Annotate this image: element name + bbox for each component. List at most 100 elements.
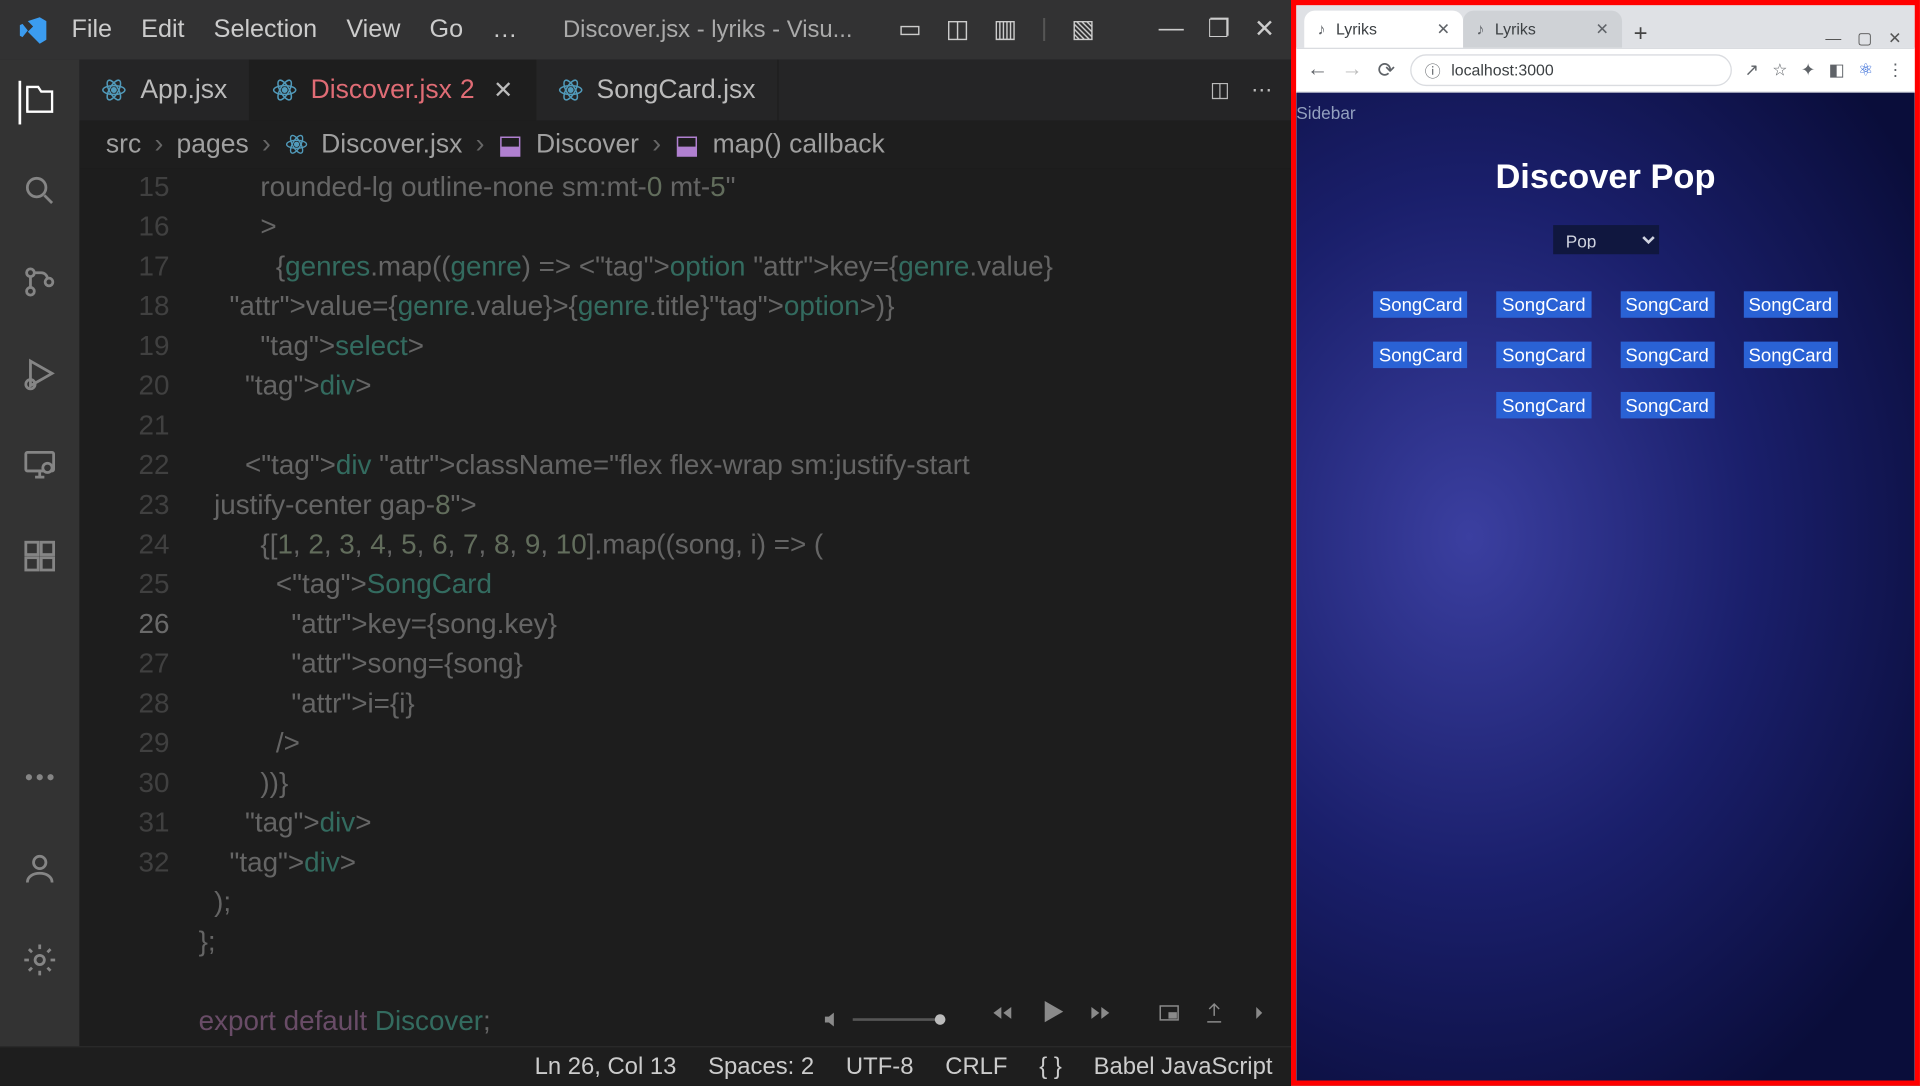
activity-more-icon[interactable] [21, 759, 58, 803]
breadcrumb[interactable]: src› pages› Discover.jsx› ⬓ Discover› ⬓ … [79, 120, 1291, 168]
tab-label: SongCard.jsx [597, 75, 756, 105]
nav-reload-icon[interactable]: ⟳ [1376, 57, 1397, 83]
favicon-music-icon: ♪ [1476, 20, 1484, 39]
genre-select[interactable]: Pop [1553, 225, 1659, 254]
activity-search-icon[interactable] [21, 172, 58, 216]
layout-icon[interactable]: ▧ [1071, 15, 1095, 45]
status-eol[interactable]: CRLF [945, 1053, 1007, 1081]
layout-icon[interactable]: ▭ [898, 15, 922, 45]
editor-area: App.jsx Discover.jsx 2 ✕ SongCard.jsx ◫ [79, 60, 1291, 1046]
browser-window: ♪ Lyriks ✕ ♪ Lyriks ✕ + — ▢ ✕ ← → [1291, 0, 1920, 1086]
song-card[interactable]: SongCard [1743, 342, 1837, 368]
activity-explorer-icon[interactable] [19, 81, 59, 125]
song-card[interactable]: SongCard [1497, 291, 1591, 317]
url-text: localhost:3000 [1451, 61, 1553, 80]
activity-extensions-icon[interactable] [21, 538, 58, 582]
url-bar[interactable]: ⓘ localhost:3000 [1410, 54, 1731, 86]
tab-close-icon[interactable]: ✕ [1437, 20, 1450, 39]
browser-tabs: ♪ Lyriks ✕ ♪ Lyriks ✕ + — ▢ ✕ [1296, 5, 1914, 47]
more-actions-icon[interactable]: ⋯ [1251, 77, 1272, 103]
browser-tab-label: Lyriks [1495, 20, 1536, 39]
activity-settings-icon[interactable] [21, 941, 58, 985]
menu-view[interactable]: View [346, 15, 400, 44]
activity-remote-icon[interactable] [21, 446, 58, 490]
breadcrumb-item[interactable]: Discover.jsx [321, 129, 462, 159]
song-card[interactable]: SongCard [1743, 291, 1837, 317]
status-language[interactable]: Babel JavaScript [1094, 1053, 1273, 1081]
tab-discover[interactable]: Discover.jsx 2 ✕ [250, 60, 536, 121]
site-info-icon[interactable]: ⓘ [1425, 59, 1441, 82]
song-card[interactable]: SongCard [1620, 342, 1714, 368]
window-close-icon[interactable]: ✕ [1254, 15, 1275, 45]
activity-git-icon[interactable] [21, 263, 58, 307]
window-maximize-icon[interactable]: ▢ [1857, 29, 1872, 48]
menu-edit[interactable]: Edit [141, 15, 184, 44]
editor-tabs: App.jsx Discover.jsx 2 ✕ SongCard.jsx ◫ [79, 60, 1291, 121]
tab-label: Discover.jsx [311, 75, 452, 105]
tab-app[interactable]: App.jsx [79, 60, 249, 121]
share-icon[interactable]: ↗ [1745, 60, 1759, 81]
activity-bar [0, 60, 79, 1046]
react-file-icon [284, 132, 308, 156]
layout-icon[interactable]: ◫ [946, 15, 970, 45]
song-card[interactable]: SongCard [1497, 342, 1591, 368]
favicon-music-icon: ♪ [1317, 20, 1325, 39]
menu-icon[interactable]: ⋮ [1887, 60, 1904, 81]
browser-window-controls: — ▢ ✕ [1825, 24, 1914, 48]
new-tab-button[interactable]: + [1622, 20, 1659, 48]
browser-toolbar: ← → ⟳ ⓘ localhost:3000 ↗ ☆ ✦ ◧ ⚛ ⋮ [1296, 48, 1914, 93]
nav-back-icon[interactable]: ← [1307, 58, 1328, 82]
song-card[interactable]: SongCard [1620, 392, 1714, 418]
menu-file[interactable]: File [72, 15, 113, 44]
song-card[interactable]: SongCard [1374, 342, 1468, 368]
tab-songcard[interactable]: SongCard.jsx [536, 60, 778, 121]
vscode-logo-icon [0, 14, 66, 46]
activity-debug-icon[interactable] [21, 355, 58, 399]
code-editor[interactable]: 151617181920212223242526272829303132 rou… [79, 168, 1291, 1046]
webpage-viewport[interactable]: Sidebar Discover Pop Pop SongCardSongCar… [1296, 93, 1914, 1081]
split-editor-icon[interactable]: ◫ [1210, 77, 1230, 103]
sidepanel-icon[interactable]: ◧ [1829, 60, 1845, 81]
breadcrumb-item[interactable]: map() callback [713, 129, 885, 159]
status-spaces[interactable]: Spaces: 2 [708, 1053, 814, 1081]
bookmark-icon[interactable]: ☆ [1772, 60, 1787, 81]
layout-icon[interactable]: ▥ [993, 15, 1017, 45]
nav-forward-icon[interactable]: → [1341, 58, 1362, 82]
window-minimize-icon[interactable]: — [1825, 29, 1841, 48]
song-card[interactable]: SongCard [1374, 291, 1468, 317]
react-file-icon [271, 77, 297, 103]
extensions-icon[interactable]: ✦ [1801, 60, 1815, 81]
tab-badge: 2 [460, 75, 475, 105]
code-content[interactable]: rounded-lg outline-none sm:mt-0 mt-5" > … [199, 168, 1291, 1046]
tab-close-icon[interactable]: ✕ [493, 76, 513, 104]
song-card[interactable]: SongCard [1497, 392, 1591, 418]
browser-chrome: ♪ Lyriks ✕ ♪ Lyriks ✕ + — ▢ ✕ ← → [1296, 5, 1914, 92]
tab-close-icon[interactable]: ✕ [1595, 20, 1608, 39]
breadcrumb-item[interactable]: src [106, 129, 141, 159]
window-maximize-icon[interactable]: ❐ [1208, 15, 1231, 45]
status-cursor[interactable]: Ln 26, Col 13 [535, 1053, 677, 1081]
vscode-window: File Edit Selection View Go … Discover.j… [0, 0, 1291, 1086]
window-minimize-icon[interactable]: — [1159, 15, 1184, 45]
page-title: Discover Pop [1296, 156, 1914, 197]
react-file-icon [101, 77, 127, 103]
activity-account-icon[interactable] [21, 850, 58, 894]
menu-selection[interactable]: Selection [214, 15, 318, 44]
browser-tab[interactable]: ♪ Lyriks ✕ [1463, 11, 1622, 48]
song-card[interactable]: SongCard [1620, 291, 1714, 317]
menu-go[interactable]: Go [430, 15, 464, 44]
menu-overflow[interactable]: … [492, 15, 517, 44]
breadcrumb-item[interactable]: pages [177, 129, 249, 159]
browser-tab[interactable]: ♪ Lyriks ✕ [1304, 11, 1463, 48]
react-devtools-icon[interactable]: ⚛ [1858, 60, 1873, 81]
menu-bar: File Edit Selection View Go … [72, 15, 518, 44]
status-braces-icon[interactable]: { } [1039, 1053, 1062, 1081]
window-close-icon[interactable]: ✕ [1888, 29, 1901, 48]
song-card-grid: SongCard SongCard SongCard SongCard SongCard… [1296, 291, 1914, 418]
breadcrumb-item[interactable]: Discover [536, 129, 639, 159]
tab-label: App.jsx [140, 75, 227, 105]
status-encoding[interactable]: UTF-8 [846, 1053, 914, 1081]
window-title: Discover.jsx - lyriks - Visu... [517, 16, 898, 44]
symbol-icon: ⬓ [498, 128, 523, 161]
browser-tab-label: Lyriks [1336, 20, 1377, 39]
